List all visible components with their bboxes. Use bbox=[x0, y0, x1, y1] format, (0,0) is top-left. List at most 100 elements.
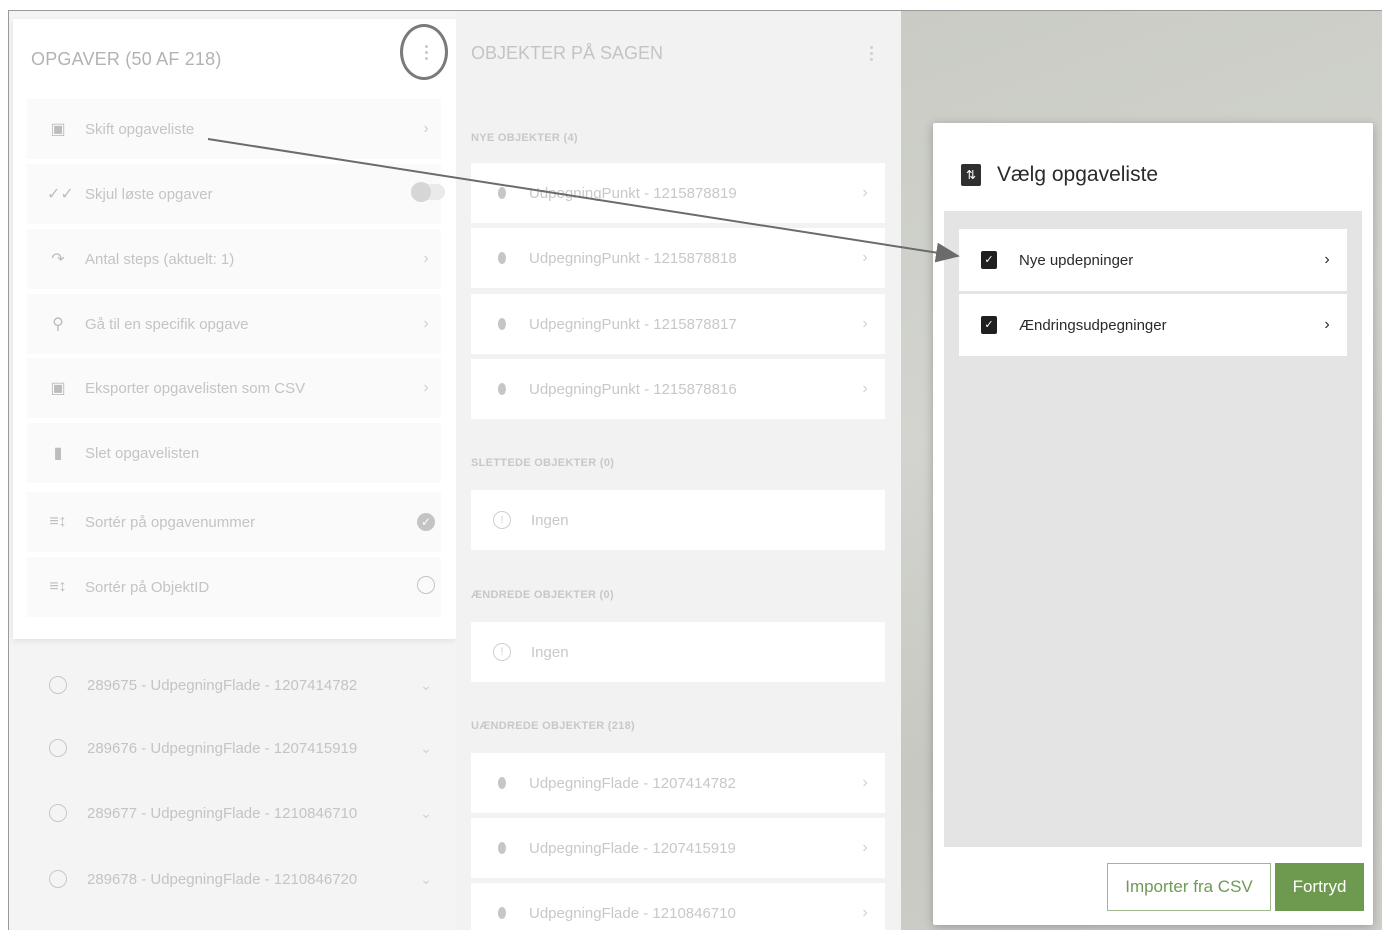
map-pin-icon: ⬮ bbox=[497, 839, 507, 857]
task-label: 289676 - UdpegningFlade - 1207415919 bbox=[87, 739, 358, 757]
object-row[interactable]: ⬮ UdpegningPunkt - 1215878819 › bbox=[471, 163, 885, 223]
menu-item-label: Sortér på ObjektID bbox=[85, 578, 210, 596]
section-title-new: NYE OBJEKTER (4) bbox=[471, 132, 578, 144]
trash-icon: ▮ bbox=[53, 445, 63, 462]
task-row[interactable]: 289677 - UdpegningFlade - 1210846710 ⌄ bbox=[27, 783, 441, 843]
task-radio[interactable] bbox=[49, 676, 67, 694]
task-row[interactable]: 289675 - UdpegningFlade - 1207414782 ⌄ bbox=[27, 655, 441, 715]
chevron-right-icon: › bbox=[423, 120, 429, 137]
check-circle-icon: ✓ bbox=[417, 513, 435, 531]
empty-row: ! Ingen bbox=[471, 622, 885, 682]
chevron-right-icon: › bbox=[1324, 251, 1330, 268]
empty-label: Ingen bbox=[531, 511, 569, 529]
export-icon: ▣ bbox=[50, 380, 66, 397]
object-label: UdpegningFlade - 1207414782 bbox=[529, 774, 736, 792]
menu-item-label: Skift opgaveliste bbox=[85, 120, 195, 138]
search-icon: ⚲ bbox=[52, 316, 64, 333]
option-label: Nye updepninger bbox=[1019, 251, 1134, 269]
objects-more-options-icon[interactable] bbox=[870, 46, 873, 64]
section-title-deleted: SLETTEDE OBJEKTER (0) bbox=[471, 457, 615, 469]
menu-item-sort-object-id[interactable]: ≡↕ Sortér på ObjektID bbox=[27, 557, 441, 617]
task-label: 289678 - UdpegningFlade - 1210846720 bbox=[87, 870, 358, 888]
chevron-right-icon: › bbox=[862, 774, 868, 791]
sort-icon: ≡↕ bbox=[49, 513, 67, 530]
menu-item-label: Sortér på opgavenummer bbox=[85, 513, 256, 531]
menu-item-steps[interactable]: ↷ Antal steps (aktuelt: 1) › bbox=[27, 229, 441, 289]
map-pin-icon: ⬮ bbox=[497, 380, 507, 398]
highlight-ring bbox=[400, 24, 448, 80]
object-label: UdpegningPunkt - 1215878818 bbox=[529, 249, 737, 267]
chevron-right-icon: › bbox=[862, 249, 868, 266]
section-title-changed: ÆNDREDE OBJEKTER (0) bbox=[471, 589, 614, 601]
menu-item-export-csv[interactable]: ▣ Eksporter opgavelisten som CSV › bbox=[27, 358, 441, 418]
dialog-title: Vælg opgaveliste bbox=[997, 163, 1159, 186]
objects-panel: OBJEKTER PÅ SAGEN NYE OBJEKTER (4) ⬮ Udp… bbox=[456, 11, 901, 930]
chevron-down-icon[interactable]: ⌄ bbox=[411, 740, 441, 757]
map-pin-icon: ⬮ bbox=[497, 315, 507, 333]
clipboard-check-icon: ✓ bbox=[981, 251, 997, 269]
chevron-right-icon: › bbox=[862, 184, 868, 201]
object-label: UdpegningPunkt - 1215878819 bbox=[529, 184, 737, 202]
empty-row: ! Ingen bbox=[471, 490, 885, 550]
info-icon: ! bbox=[493, 511, 511, 529]
steps-icon: ↷ bbox=[51, 251, 65, 268]
task-row[interactable]: 289678 - UdpegningFlade - 1210846720 ⌄ bbox=[27, 849, 441, 909]
task-radio[interactable] bbox=[49, 870, 67, 888]
cancel-button[interactable]: Fortryd bbox=[1275, 863, 1364, 911]
object-row[interactable]: ⬮ UdpegningPunkt - 1215878817 › bbox=[471, 294, 885, 354]
import-csv-button[interactable]: Importer fra CSV bbox=[1107, 863, 1271, 911]
choose-task-list-dialog: ⇅ Vælg opgaveliste ✓ Nye updepninger › ✓… bbox=[933, 123, 1373, 925]
chevron-right-icon: › bbox=[862, 839, 868, 856]
chevron-right-icon: › bbox=[1324, 316, 1330, 333]
menu-item-switch-list[interactable]: ▣ Skift opgaveliste › bbox=[27, 99, 441, 159]
object-row[interactable]: ⬮ UdpegningPunkt - 1215878818 › bbox=[471, 228, 885, 288]
chevron-right-icon: › bbox=[423, 315, 429, 332]
map-pin-icon: ⬮ bbox=[497, 184, 507, 202]
app-window: OPGAVER (50 AF 218) ▣ Skift opgaveliste … bbox=[8, 10, 1382, 930]
task-list-option[interactable]: ✓ Ændringsudpegninger › bbox=[959, 294, 1347, 356]
object-label: UdpegningFlade - 1210846710 bbox=[529, 904, 736, 922]
empty-circle-icon bbox=[417, 575, 435, 594]
menu-item-label: Skjul løste opgaver bbox=[85, 185, 213, 203]
chevron-right-icon: › bbox=[423, 250, 429, 267]
section-title-unchanged: UÆNDREDE OBJEKTER (218) bbox=[471, 720, 635, 732]
chevron-down-icon[interactable]: ⌄ bbox=[411, 677, 441, 694]
object-row[interactable]: ⬮ UdpegningFlade - 1207414782 › bbox=[471, 753, 885, 813]
object-row[interactable]: ⬮ UdpegningPunkt - 1215878816 › bbox=[471, 359, 885, 419]
chevron-right-icon: › bbox=[862, 904, 868, 921]
option-label: Ændringsudpegninger bbox=[1019, 316, 1167, 334]
object-row[interactable]: ⬮ UdpegningFlade - 1207415919 › bbox=[471, 818, 885, 878]
chevron-down-icon[interactable]: ⌄ bbox=[411, 871, 441, 888]
map-pin-icon: ⬮ bbox=[497, 249, 507, 267]
task-radio[interactable] bbox=[49, 739, 67, 757]
task-radio[interactable] bbox=[49, 804, 67, 822]
tasks-panel-title: OPGAVER (50 AF 218) bbox=[31, 49, 222, 69]
hide-solved-toggle[interactable] bbox=[411, 181, 445, 205]
menu-item-sort-task-number[interactable]: ≡↕ Sortér på opgavenummer ✓ bbox=[27, 492, 441, 552]
object-label: UdpegningPunkt - 1215878816 bbox=[529, 380, 737, 398]
info-icon: ! bbox=[493, 643, 511, 661]
task-list-option[interactable]: ✓ Nye updepninger › bbox=[959, 229, 1347, 291]
menu-item-label: Slet opgavelisten bbox=[85, 444, 200, 462]
object-label: UdpegningPunkt - 1215878817 bbox=[529, 315, 737, 333]
dialog-list: ✓ Nye updepninger › ✓ Ændringsudpegninge… bbox=[944, 211, 1362, 847]
clipboard-check-icon: ✓ bbox=[981, 316, 997, 334]
objects-panel-title: OBJEKTER PÅ SAGEN bbox=[471, 43, 664, 63]
chevron-down-icon[interactable]: ⌄ bbox=[411, 805, 441, 822]
map-pin-icon: ⬮ bbox=[497, 774, 507, 792]
sort-icon: ≡↕ bbox=[49, 578, 67, 595]
chevron-right-icon: › bbox=[423, 379, 429, 396]
empty-label: Ingen bbox=[531, 643, 569, 661]
object-row[interactable]: ⬮ UdpegningFlade - 1210846710 › bbox=[471, 883, 885, 930]
menu-item-label: Antal steps (aktuelt: 1) bbox=[85, 250, 235, 268]
menu-item-label: Gå til en specifik opgave bbox=[85, 315, 249, 333]
tasks-panel: OPGAVER (50 AF 218) ▣ Skift opgaveliste … bbox=[9, 11, 456, 930]
double-check-icon: ✓✓ bbox=[47, 186, 74, 203]
map-pin-icon: ⬮ bbox=[497, 904, 507, 922]
object-label: UdpegningFlade - 1207415919 bbox=[529, 839, 736, 857]
menu-item-label: Eksporter opgavelisten som CSV bbox=[85, 379, 306, 397]
task-row[interactable]: 289676 - UdpegningFlade - 1207415919 ⌄ bbox=[27, 718, 441, 778]
menu-item-delete-list[interactable]: ▮ Slet opgavelisten bbox=[27, 423, 441, 483]
menu-item-hide-solved[interactable]: ✓✓ Skjul løste opgaver bbox=[27, 164, 445, 224]
menu-item-goto-task[interactable]: ⚲ Gå til en specifik opgave › bbox=[27, 294, 441, 354]
